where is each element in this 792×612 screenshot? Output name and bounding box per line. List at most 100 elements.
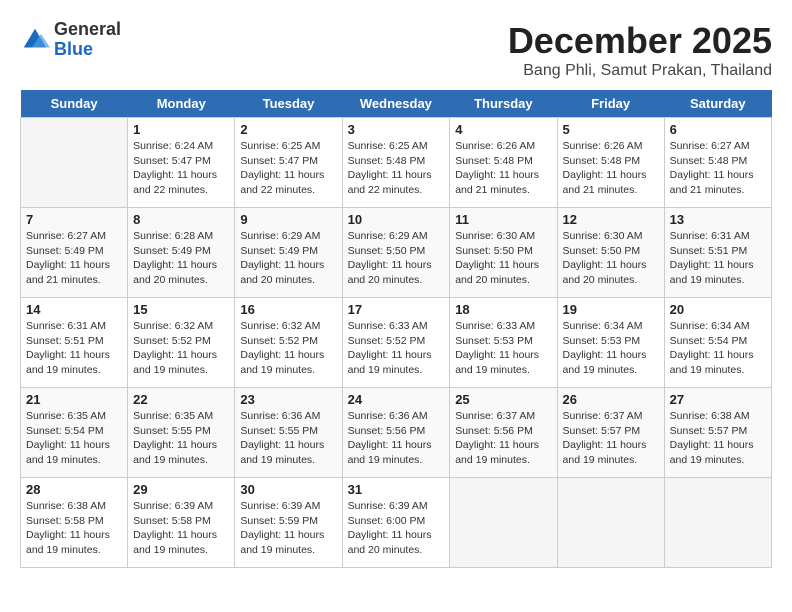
day-info: Sunrise: 6:36 AM Sunset: 5:55 PM Dayligh… — [240, 409, 336, 468]
calendar-cell: 8Sunrise: 6:28 AM Sunset: 5:49 PM Daylig… — [128, 208, 235, 298]
calendar-cell: 12 Sunrise: 6:30 AM Sunset: 5:50 PM Dayli… — [557, 208, 664, 298]
weekday-header: Sunday — [21, 90, 128, 118]
calendar-cell: 21Sunrise: 6:35 AM Sunset: 5:54 PM Dayli… — [21, 388, 128, 478]
day-number: 11 — [455, 212, 551, 227]
day-info: Sunrise: 6:25 AM Sunset: 5:48 PM Dayligh… — [348, 139, 445, 198]
day-number: 31 — [348, 482, 445, 497]
day-info: Sunrise: 6:33 AM Sunset: 5:53 PM Dayligh… — [455, 319, 551, 378]
day-info: Sunrise: 6:27 AM Sunset: 5:48 PM Dayligh… — [670, 139, 766, 198]
calendar-cell — [21, 118, 128, 208]
day-info: Sunrise: 6:29 AM Sunset: 5:50 PM Dayligh… — [348, 229, 445, 288]
calendar-cell: 20 Sunrise: 6:34 AM Sunset: 5:54 PM Dayli… — [664, 298, 771, 388]
calendar-week-row: 7 Sunrise: 6:27 AM Sunset: 5:49 PM Daylig… — [21, 208, 772, 298]
day-number: 8 — [133, 212, 229, 227]
day-number: 12 — [563, 212, 659, 227]
calendar-cell: 23 Sunrise: 6:36 AM Sunset: 5:55 PM Dayli… — [235, 388, 342, 478]
day-info: Sunrise: 6:38 AM Sunset: 5:58 PM Dayligh… — [26, 499, 122, 558]
calendar-cell: 5 Sunrise: 6:26 AM Sunset: 5:48 PM Daylig… — [557, 118, 664, 208]
day-number: 30 — [240, 482, 336, 497]
day-info: Sunrise: 6:36 AM Sunset: 5:56 PM Dayligh… — [348, 409, 445, 468]
day-number: 21 — [26, 392, 122, 407]
day-number: 14 — [26, 302, 122, 317]
calendar-week-row: 21Sunrise: 6:35 AM Sunset: 5:54 PM Dayli… — [21, 388, 772, 478]
calendar-cell — [450, 478, 557, 568]
day-number: 19 — [563, 302, 659, 317]
day-info: Sunrise: 6:39 AM Sunset: 5:59 PM Dayligh… — [240, 499, 336, 558]
day-number: 18 — [455, 302, 551, 317]
day-number: 29 — [133, 482, 229, 497]
location-title: Bang Phli, Samut Prakan, Thailand — [508, 62, 772, 80]
logo-icon — [20, 25, 50, 55]
calendar-cell: 14 Sunrise: 6:31 AM Sunset: 5:51 PM Dayli… — [21, 298, 128, 388]
calendar-cell: 19 Sunrise: 6:34 AM Sunset: 5:53 PM Dayli… — [557, 298, 664, 388]
calendar-cell: 31 Sunrise: 6:39 AM Sunset: 6:00 PM Dayli… — [342, 478, 450, 568]
day-number: 25 — [455, 392, 551, 407]
day-number: 10 — [348, 212, 445, 227]
month-title: December 2025 — [508, 20, 772, 62]
weekday-header: Monday — [128, 90, 235, 118]
day-number: 15 — [133, 302, 229, 317]
calendar-cell: 11 Sunrise: 6:30 AM Sunset: 5:50 PM Dayli… — [450, 208, 557, 298]
page-header: General Blue December 2025 Bang Phli, Sa… — [20, 20, 772, 80]
calendar-cell: 3Sunrise: 6:25 AM Sunset: 5:48 PM Daylig… — [342, 118, 450, 208]
calendar-cell: 13Sunrise: 6:31 AM Sunset: 5:51 PM Dayli… — [664, 208, 771, 298]
calendar-cell: 24 Sunrise: 6:36 AM Sunset: 5:56 PM Dayli… — [342, 388, 450, 478]
calendar-cell — [664, 478, 771, 568]
day-number: 6 — [670, 122, 766, 137]
weekday-header: Friday — [557, 90, 664, 118]
calendar-cell: 9 Sunrise: 6:29 AM Sunset: 5:49 PM Daylig… — [235, 208, 342, 298]
calendar-table: SundayMondayTuesdayWednesdayThursdayFrid… — [20, 90, 772, 568]
day-info: Sunrise: 6:30 AM Sunset: 5:50 PM Dayligh… — [563, 229, 659, 288]
logo-general: General — [54, 19, 121, 39]
day-number: 9 — [240, 212, 336, 227]
day-number: 26 — [563, 392, 659, 407]
day-info: Sunrise: 6:32 AM Sunset: 5:52 PM Dayligh… — [240, 319, 336, 378]
day-number: 7 — [26, 212, 122, 227]
calendar-cell: 15 Sunrise: 6:32 AM Sunset: 5:52 PM Dayli… — [128, 298, 235, 388]
day-info: Sunrise: 6:29 AM Sunset: 5:49 PM Dayligh… — [240, 229, 336, 288]
calendar-cell: 30 Sunrise: 6:39 AM Sunset: 5:59 PM Dayli… — [235, 478, 342, 568]
day-number: 23 — [240, 392, 336, 407]
calendar-cell: 27 Sunrise: 6:38 AM Sunset: 5:57 PM Dayli… — [664, 388, 771, 478]
calendar-cell: 1Sunrise: 6:24 AM Sunset: 5:47 PM Daylig… — [128, 118, 235, 208]
day-number: 4 — [455, 122, 551, 137]
calendar-week-row: 28Sunrise: 6:38 AM Sunset: 5:58 PM Dayli… — [21, 478, 772, 568]
calendar-cell: 28Sunrise: 6:38 AM Sunset: 5:58 PM Dayli… — [21, 478, 128, 568]
day-number: 24 — [348, 392, 445, 407]
calendar-cell: 25Sunrise: 6:37 AM Sunset: 5:56 PM Dayli… — [450, 388, 557, 478]
calendar-week-row: 1Sunrise: 6:24 AM Sunset: 5:47 PM Daylig… — [21, 118, 772, 208]
calendar-cell: 18 Sunrise: 6:33 AM Sunset: 5:53 PM Dayli… — [450, 298, 557, 388]
day-number: 20 — [670, 302, 766, 317]
day-info: Sunrise: 6:34 AM Sunset: 5:54 PM Dayligh… — [670, 319, 766, 378]
day-info: Sunrise: 6:33 AM Sunset: 5:52 PM Dayligh… — [348, 319, 445, 378]
day-info: Sunrise: 6:39 AM Sunset: 6:00 PM Dayligh… — [348, 499, 445, 558]
day-info: Sunrise: 6:38 AM Sunset: 5:57 PM Dayligh… — [670, 409, 766, 468]
calendar-cell: 2Sunrise: 6:25 AM Sunset: 5:47 PM Daylig… — [235, 118, 342, 208]
day-info: Sunrise: 6:35 AM Sunset: 5:55 PM Dayligh… — [133, 409, 229, 468]
weekday-header: Tuesday — [235, 90, 342, 118]
day-info: Sunrise: 6:31 AM Sunset: 5:51 PM Dayligh… — [26, 319, 122, 378]
day-info: Sunrise: 6:37 AM Sunset: 5:57 PM Dayligh… — [563, 409, 659, 468]
day-info: Sunrise: 6:24 AM Sunset: 5:47 PM Dayligh… — [133, 139, 229, 198]
day-number: 13 — [670, 212, 766, 227]
day-number: 27 — [670, 392, 766, 407]
day-info: Sunrise: 6:27 AM Sunset: 5:49 PM Dayligh… — [26, 229, 122, 288]
calendar-cell: 6 Sunrise: 6:27 AM Sunset: 5:48 PM Daylig… — [664, 118, 771, 208]
day-info: Sunrise: 6:25 AM Sunset: 5:47 PM Dayligh… — [240, 139, 336, 198]
logo-blue: Blue — [54, 39, 93, 59]
day-info: Sunrise: 6:26 AM Sunset: 5:48 PM Dayligh… — [563, 139, 659, 198]
calendar-cell: 16Sunrise: 6:32 AM Sunset: 5:52 PM Dayli… — [235, 298, 342, 388]
day-number: 5 — [563, 122, 659, 137]
day-info: Sunrise: 6:39 AM Sunset: 5:58 PM Dayligh… — [133, 499, 229, 558]
calendar-cell: 22Sunrise: 6:35 AM Sunset: 5:55 PM Dayli… — [128, 388, 235, 478]
weekday-header: Wednesday — [342, 90, 450, 118]
weekday-header: Saturday — [664, 90, 771, 118]
day-info: Sunrise: 6:30 AM Sunset: 5:50 PM Dayligh… — [455, 229, 551, 288]
title-block: December 2025 Bang Phli, Samut Prakan, T… — [508, 20, 772, 80]
weekday-header: Thursday — [450, 90, 557, 118]
day-number: 17 — [348, 302, 445, 317]
day-info: Sunrise: 6:34 AM Sunset: 5:53 PM Dayligh… — [563, 319, 659, 378]
calendar-cell: 4Sunrise: 6:26 AM Sunset: 5:48 PM Daylig… — [450, 118, 557, 208]
day-info: Sunrise: 6:32 AM Sunset: 5:52 PM Dayligh… — [133, 319, 229, 378]
calendar-cell: 29 Sunrise: 6:39 AM Sunset: 5:58 PM Dayli… — [128, 478, 235, 568]
